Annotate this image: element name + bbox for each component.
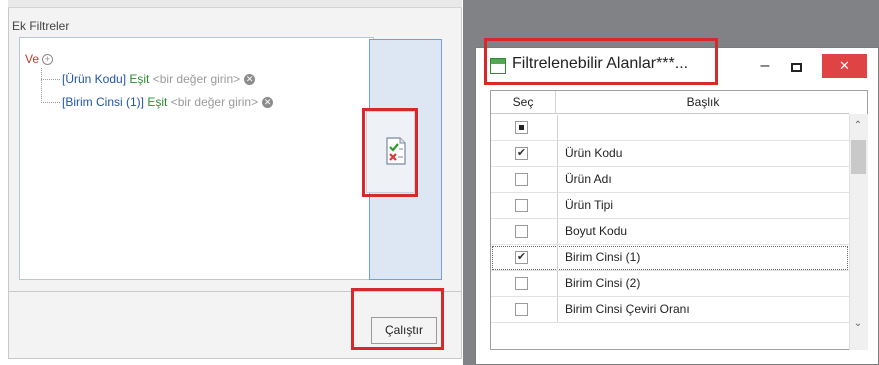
field-label: Birim Cinsi (1): [565, 250, 641, 264]
field-label: Ürün Tipi: [565, 198, 614, 212]
field-row[interactable]: Birim Cinsi Çeviri Oranı: [491, 297, 849, 323]
field-row[interactable]: Ürün Tipi: [491, 193, 849, 219]
field-row[interactable]: Birim Cinsi (2): [491, 271, 849, 297]
select-cell: ✔: [491, 141, 558, 166]
highlight-apply: [362, 108, 418, 197]
select-cell: [491, 193, 558, 218]
tree-line: [41, 68, 42, 103]
field-row[interactable]: Ürün Adı: [491, 167, 849, 193]
tree-line: [41, 79, 60, 80]
select-all-checkbox[interactable]: [515, 121, 528, 134]
panel-top-strip: [8, 0, 462, 8]
condition-field[interactable]: [Birim Cinsi (1)]: [62, 95, 144, 109]
column-header-select[interactable]: Seç: [491, 91, 556, 114]
remove-condition-icon[interactable]: ✕: [244, 74, 256, 86]
filter-row: [491, 115, 849, 141]
condition-value[interactable]: <bir değer girin>: [171, 95, 258, 109]
field-label: Birim Cinsi Çeviri Oranı: [565, 302, 690, 316]
scroll-up-icon[interactable]: ⌃: [851, 120, 865, 134]
remove-condition-icon[interactable]: ✕: [262, 97, 274, 109]
row-checkbox[interactable]: [515, 173, 528, 186]
select-cell: [491, 167, 558, 192]
root-operator-label: Ve: [25, 52, 40, 66]
row-checkbox[interactable]: ✔: [515, 147, 528, 160]
scroll-thumb[interactable]: [851, 140, 866, 174]
field-row[interactable]: ✔ Birim Cinsi (1): [491, 245, 849, 271]
condition-field[interactable]: [Ürün Kodu]: [62, 72, 126, 86]
condition-row[interactable]: [Ürün Kodu] Eşit <bir değer girin> ✕: [62, 72, 256, 86]
filter-cell: [491, 115, 558, 140]
root-operator[interactable]: Ve +: [25, 52, 54, 66]
highlight-title: [484, 38, 718, 85]
select-cell: ✔: [491, 245, 558, 270]
row-checkbox[interactable]: [515, 225, 528, 238]
select-cell: [491, 271, 558, 296]
field-row[interactable]: ✔ Ürün Kodu: [491, 141, 849, 167]
highlight-run: [351, 288, 444, 350]
row-checkbox[interactable]: [515, 303, 528, 316]
row-checkbox[interactable]: [515, 199, 528, 212]
close-button[interactable]: ✕: [822, 54, 867, 78]
condition-operator[interactable]: Eşit: [129, 72, 149, 86]
add-condition-icon[interactable]: +: [42, 54, 54, 66]
minimize-button[interactable]: –: [757, 58, 773, 76]
condition-row[interactable]: [Birim Cinsi (1)] Eşit <bir değer girin>…: [62, 95, 274, 109]
condition-operator[interactable]: Eşit: [147, 95, 167, 109]
field-label: Birim Cinsi (2): [565, 276, 641, 290]
field-label: Ürün Adı: [565, 172, 612, 186]
column-header-title[interactable]: Başlık: [557, 91, 849, 114]
indeterminate-mark: [519, 125, 524, 130]
row-checkbox[interactable]: [515, 277, 528, 290]
field-row[interactable]: Boyut Kodu: [491, 219, 849, 245]
scroll-down-icon[interactable]: ⌄: [851, 318, 865, 332]
select-cell: [491, 297, 558, 322]
section-title: Ek Filtreler: [12, 19, 70, 33]
row-checkbox[interactable]: ✔: [515, 251, 528, 264]
select-cell: [491, 219, 558, 244]
field-label: Ürün Kodu: [565, 146, 623, 160]
maximize-button[interactable]: [791, 63, 802, 72]
field-label: Boyut Kodu: [565, 224, 628, 238]
condition-value[interactable]: <bir değer girin>: [153, 72, 240, 86]
tree-line: [41, 102, 60, 103]
